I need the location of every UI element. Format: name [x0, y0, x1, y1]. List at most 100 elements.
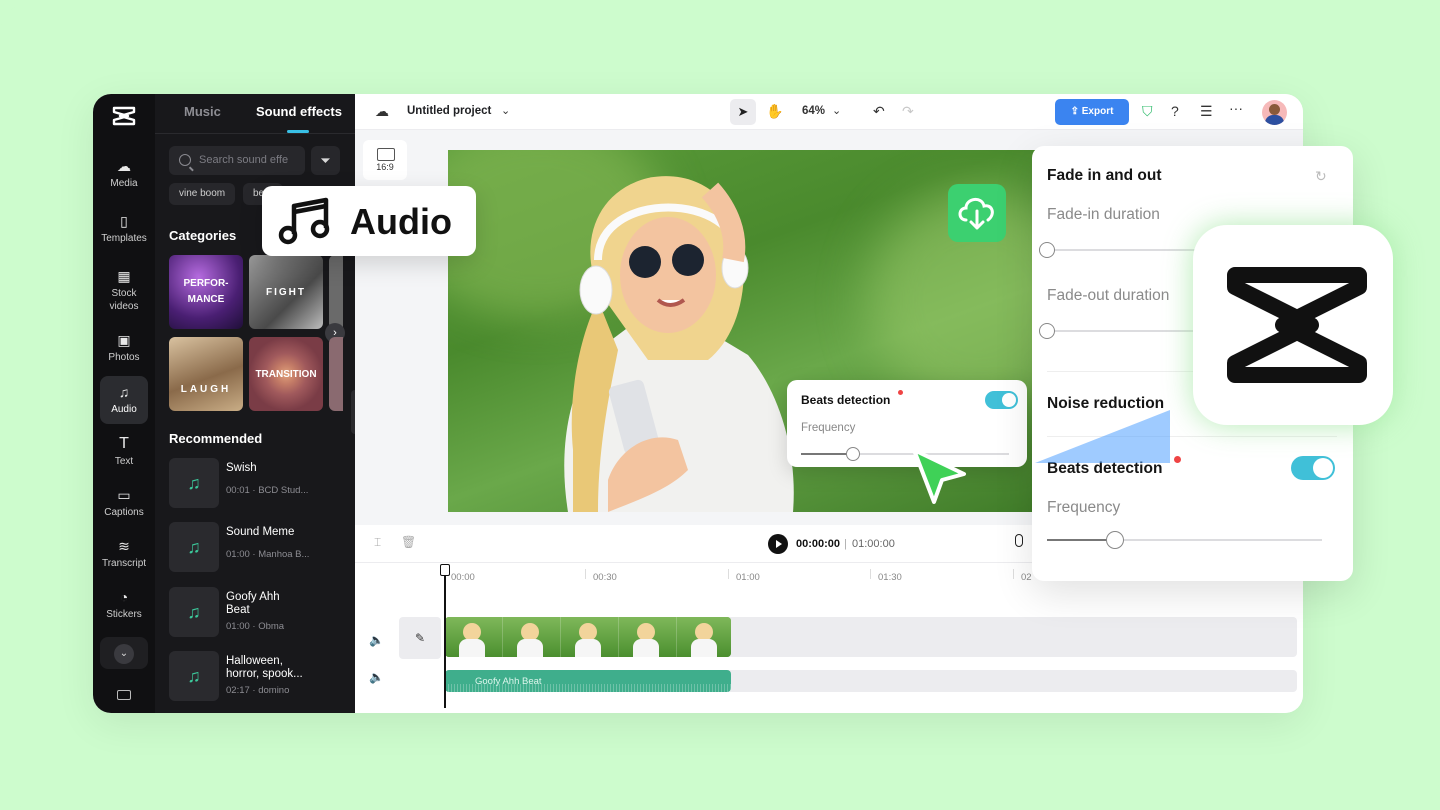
- category-partial[interactable]: [329, 255, 343, 329]
- cloud-upload-icon: ☁: [117, 158, 131, 174]
- transcript-icon: ≋: [118, 538, 130, 554]
- layers-icon[interactable]: ☰: [1200, 103, 1213, 120]
- cloud-sync-icon[interactable]: ☁: [375, 103, 389, 120]
- fade-title: Fade in and out: [1047, 167, 1162, 184]
- capcut-logo-card: [1193, 225, 1393, 425]
- nav-text[interactable]: T Text: [100, 428, 148, 476]
- ruler-label: 00:30: [593, 572, 617, 583]
- category-laugh[interactable]: LAUGH: [169, 337, 243, 411]
- frequency-label: Frequency: [801, 422, 856, 434]
- nav-transcript[interactable]: ≋ Transcript: [100, 530, 148, 578]
- music-icon: ♫: [118, 384, 130, 400]
- frequency-slider-knob[interactable]: [846, 447, 860, 461]
- music-note-icon: [278, 197, 330, 245]
- nav-captions[interactable]: ▭ Captions: [100, 479, 148, 527]
- list-item[interactable]: ♫ Halloween, horror, spook... 02:17 · do…: [169, 651, 349, 701]
- export-button[interactable]: ⇪ Export: [1055, 99, 1129, 125]
- play-button[interactable]: [768, 534, 788, 554]
- beats-detection-toggle[interactable]: [1291, 456, 1335, 480]
- beats-toggle[interactable]: [985, 391, 1018, 409]
- search-input[interactable]: Search sound effe: [169, 146, 305, 175]
- tab-sound-effects[interactable]: Sound effects: [256, 104, 342, 119]
- search-icon: [179, 154, 191, 166]
- nav-stickers[interactable]: ◔ Stickers: [100, 581, 148, 629]
- fade-in-slider-knob[interactable]: [1039, 242, 1055, 258]
- nav-audio[interactable]: ♫ Audio: [100, 376, 148, 424]
- current-time: 00:00:00: [796, 538, 841, 550]
- search-chip[interactable]: vine boom: [169, 183, 236, 205]
- category-transition[interactable]: TRANSITION: [249, 337, 323, 411]
- list-item[interactable]: ♫ Goofy Ahh Beat 01:00 · Obma: [169, 587, 349, 637]
- nav-stock-videos[interactable]: ▦ Stock videos: [100, 260, 148, 318]
- frequency-label: Frequency: [1047, 499, 1121, 516]
- ruler-label: 01:00: [736, 572, 760, 583]
- new-indicator: [898, 390, 903, 395]
- select-tool-button[interactable]: ➤: [730, 99, 756, 125]
- nav-templates[interactable]: ▯ Templates: [100, 205, 148, 253]
- upload-icon: ⇪: [1070, 106, 1082, 117]
- filter-icon: ⏷: [320, 153, 331, 168]
- text-icon: T: [119, 435, 129, 452]
- nav-media[interactable]: ☁ Media: [100, 150, 148, 198]
- new-indicator: [1174, 456, 1181, 463]
- reset-icon[interactable]: ↻: [1315, 168, 1327, 185]
- keyboard-icon[interactable]: [117, 690, 131, 700]
- video-clip[interactable]: [445, 617, 731, 657]
- tab-music[interactable]: Music: [184, 104, 221, 119]
- music-note-icon: ♫: [169, 651, 219, 701]
- chevron-down-icon: ⌄: [114, 644, 134, 664]
- time-separator: |: [844, 538, 847, 550]
- recommended-title: Recommended: [169, 431, 263, 446]
- playhead-handle[interactable]: [440, 564, 450, 576]
- fade-out-slider-knob[interactable]: [1039, 323, 1055, 339]
- nav-more-button[interactable]: ⌄: [100, 637, 148, 669]
- microphone-icon[interactable]: [1015, 534, 1023, 547]
- music-note-icon: ♫: [169, 458, 219, 508]
- volume-icon[interactable]: 🔈: [369, 670, 384, 684]
- more-icon[interactable]: ···: [1229, 100, 1243, 116]
- timeline: 00:00 00:30 01:00 01:30 02 🔈 ✎ 🔈 Goofy A…: [355, 563, 1303, 713]
- filter-button[interactable]: ⏷: [311, 146, 340, 175]
- split-icon[interactable]: ⌶: [374, 535, 381, 550]
- zoom-level[interactable]: 64%: [802, 105, 825, 117]
- category-performance[interactable]: PERFOR- MANCE: [169, 255, 243, 329]
- nav-photos[interactable]: ▣ Photos: [100, 324, 148, 372]
- trash-icon[interactable]: 🗑: [401, 535, 416, 549]
- list-item[interactable]: ♫ Swish 00:01 · BCD Stud...: [169, 458, 349, 508]
- shield-check-icon[interactable]: ⛉: [1142, 103, 1153, 120]
- category-fight[interactable]: FIGHT: [249, 255, 323, 329]
- volume-icon[interactable]: 🔈: [369, 633, 384, 647]
- redo-icon[interactable]: ↷: [902, 103, 914, 120]
- undo-icon[interactable]: ↶: [873, 103, 885, 120]
- sticker-icon: ◔: [119, 589, 129, 605]
- ruler-label: 02: [1021, 572, 1032, 583]
- music-note-icon: ♫: [169, 522, 219, 572]
- panel-tabs: Music Sound effects: [155, 94, 355, 134]
- aspect-ratio-button[interactable]: 16:9: [363, 140, 407, 180]
- project-title[interactable]: Untitled project: [407, 105, 491, 117]
- category-partial[interactable]: [329, 337, 343, 411]
- edit-cover-button[interactable]: ✎: [399, 617, 441, 659]
- capcut-logo-icon: [1227, 267, 1367, 383]
- avatar[interactable]: [1262, 100, 1287, 125]
- beats-popup-title: Beats detection: [801, 393, 891, 407]
- download-button[interactable]: [948, 184, 1006, 242]
- chevron-down-icon[interactable]: ⌄: [501, 104, 510, 117]
- cloud-download-icon: [958, 198, 994, 230]
- help-icon[interactable]: ?: [1171, 103, 1179, 119]
- cursor-pointer-icon: [912, 448, 966, 504]
- frequency-slider-knob[interactable]: [1106, 531, 1124, 549]
- audio-clip[interactable]: Goofy Ahh Beat: [445, 670, 731, 692]
- hand-tool-icon[interactable]: ✋: [766, 103, 783, 120]
- playhead[interactable]: [444, 565, 446, 708]
- template-icon: ▯: [120, 213, 128, 229]
- beats-detection-popup: Beats detection Frequency: [787, 380, 1027, 467]
- active-tab-indicator: [287, 130, 309, 133]
- list-item[interactable]: ♫ Sound Meme 01:00 · Manhoa B...: [169, 522, 349, 572]
- capcut-logo-icon: [112, 106, 136, 126]
- film-icon: ▦: [117, 268, 131, 284]
- music-note-icon: ♫: [169, 587, 219, 637]
- left-nav: ☁ Media ▯ Templates ▦ Stock videos ▣ Pho…: [93, 94, 155, 713]
- fade-out-label: Fade-out duration: [1047, 287, 1170, 304]
- chevron-down-icon[interactable]: ⌄: [832, 104, 841, 117]
